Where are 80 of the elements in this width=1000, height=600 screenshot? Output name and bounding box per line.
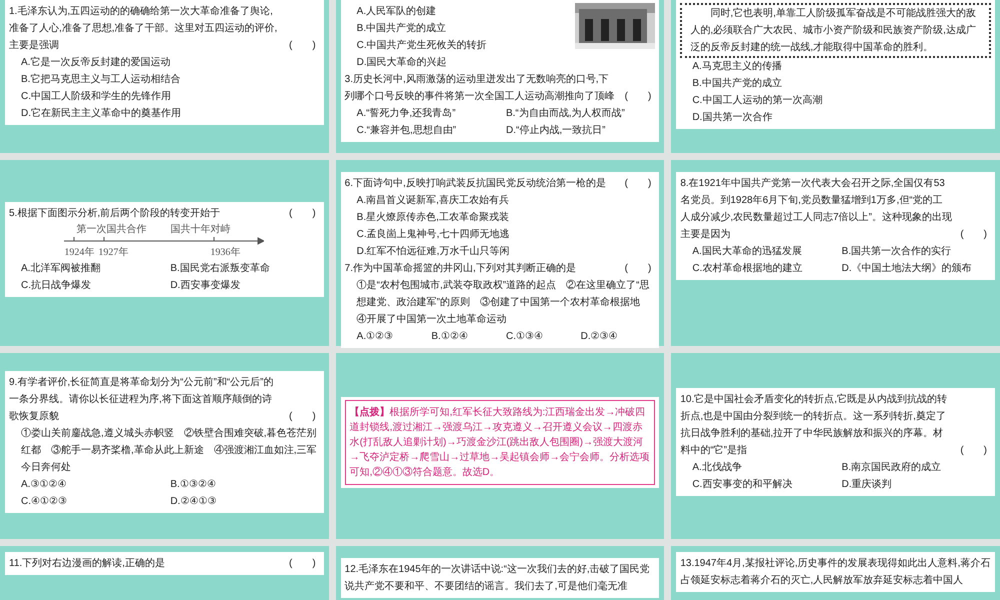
slide-thumbnail[interactable]: A.人民军队的创建 B.中国共产党的成立 C.中国共产党生死攸关的转折 D.国民大革命的兴起 3.历史长河中,风雨激荡的运动里迸发出了无数响亮的口号,下列哪个口号反映的事件将第一次全国工人运动高潮推向了顶峰 ( ) A.“誓死力争,还我青岛” B.“为自由而战,为人权而战” C.“兼容并包,思想自由” D.“停止内战,一致抗日” <box>336 0 664 153</box>
answer-option: C.“兼容并包,思想自由” <box>356 122 506 139</box>
answer-option: D.②③④ <box>580 328 656 345</box>
question-text: 13.1947年4月,某报社评论,历史事件的发展表现得如此出人意料,蒋介石占领延安标志着蒋介石的灭亡,人民解放军放弃延安标志着中国人 <box>680 556 991 588</box>
answer-option: A.北洋军阀被推翻 <box>21 260 170 276</box>
answer-blank: ( ) <box>624 262 652 276</box>
answer-option: C.农村革命根据地的建立 <box>692 260 842 277</box>
answer-option: B.它把马克思主义与工人运动相结合 <box>21 71 320 88</box>
answer-option: C.中国工人运动的第一次高潮 <box>692 92 991 109</box>
answer-option: D.它在新民主主义革命中的奠基作用 <box>21 105 320 122</box>
answer-option: B.“为自由而战,为人权而战” <box>506 105 656 122</box>
answer-blank: ( ) <box>624 177 652 191</box>
slide-thumbnail[interactable]: 【点拨】根据所学可知,红军长征大致路线为:江西瑞金出发→冲破四道封锁线,渡过湘江→强渡乌江→攻克遵义→召开遵义会议→四渡赤水(打乱敌人追剿计划)→巧渡金沙江(跳出敌人包围圈)→强渡大渡河→飞夺泸定桥→爬雪山→过草地→吴起镇会师→会宁会师。分析选项可知,②④①③符合题意。故选D。 <box>336 353 664 539</box>
answer-option: B.①②④ <box>431 328 506 345</box>
year-label: 1924年 <box>64 246 96 260</box>
answer-blank: ( ) <box>288 206 317 220</box>
answer-option: D.国共第一次合作 <box>692 109 991 126</box>
answer-option: B.中国共产党的成立 <box>356 20 568 37</box>
slide-thumbnail[interactable]: 5.根据下面图示分析,前后两个阶段的转变开始于 ( ) 第一次国共合作 国共十年对峙 1924年 1927年 1936年 A.北洋军阀被推翻 B.国民党右派叛变革命 C.抗日战争爆发 D.西安事变爆发 <box>0 160 329 346</box>
answer-option: D.《中国土地法大纲》的颁布 <box>842 260 991 277</box>
answer-option: C.①③④ <box>506 328 581 345</box>
slide-thumbnail[interactable]: 11.下列对右边漫画的解读,正确的是 ( ) <box>0 546 329 600</box>
answer-option: A.①②③ <box>356 328 432 345</box>
slide-thumbnail[interactable]: 8.在1921年中国共产党第一次代表大会召开之际,全国仅有53名党员。到1928年6月下旬,党员数量猛增到1万多,但“党的工人成分减少,农民数量超过工人同志7倍以上”。这种现象的出现主要是因为 ( ) A.国民大革命的迅猛发展 B.国共第一次合作的实行 C.农村革命根据地的建立 D.《中国土地法大纲》的颁布 <box>671 160 1000 346</box>
hint-box: 【点拨】根据所学可知,红军长征大致路线为:江西瑞金出发→冲破四道封锁线,渡过湘江→强渡乌江→攻克遵义→召开遵义会议→四渡赤水(打乱敌人追剿计划)→巧渡金沙江(跳出敌人包围圈)→强渡大渡河→飞夺泸定桥→爬雪山→过草地→吴起镇会师→会宁会师。分析选项可知,②④①③符合题意。故选D。 <box>344 400 656 484</box>
slide-thumbnail[interactable]: 同时,它也表明,单靠工人阶级孤军奋战是不可能战胜强大的敌人的,必须联合广大农民、城市小资产阶级和民族资产阶级,达成广泛的反帝反封建的统一战线,才能取得中国革命的胜利。 A.马克思主义的传播 B.中国共产党的成立 C.中国工人运动的第一次高潮 D.国共第一次合作 <box>671 0 1000 153</box>
answer-blank: ( ) <box>624 90 652 104</box>
answer-option: A.它是一次反帝反封建的爱国运动 <box>21 54 320 71</box>
statement-text: ①是“农村包围城市,武装夺取政权”道路的起点 ②在这里确立了“思想建党、政治建军”的原则 ③创建了中国第一个农村革命根据地 ④开展了中国第一次土地革命运动 <box>356 278 650 327</box>
answer-option: B.国共第一次合作的实行 <box>842 243 991 260</box>
year-label: 1936年 <box>210 246 240 260</box>
question-text: 3.历史长河中,风雨激荡的运动里迸发出了无数响亮的口号,下列哪个口号反映的事件将第一次全国工人运动高潮推向了顶峰 <box>344 72 616 104</box>
answer-option: A.马克思主义的传播 <box>692 58 991 75</box>
answer-option: A.③①②④ <box>21 476 170 493</box>
question-text: 10.它是中国社会矛盾变化的转折点,它既是从内战到抗战的转折点,也是中国由分裂到统一的转折点。这一系列转折,奠定了抗日战争胜利的基础,拉开了中华民族解放和振兴的序幕。材料中的“它”是指 <box>680 392 948 458</box>
answer-blank: ( ) <box>288 557 317 571</box>
slide-thumbnail[interactable]: 1.毛泽东认为,五四运动的的确确给第一次大革命准备了舆论,准备了人心,准备了思想,准备了干部。这里对五四运动的评价,主要是强调 ( ) A.它是一次反帝反封建的爱国运动 B.它把马克思主义与工人运动相结合 C.中国工人阶级和学生的先锋作用 D.它在新民主主义革命中的奠基作用 <box>0 0 329 153</box>
answer-option: D.西安事变爆发 <box>170 276 320 294</box>
answer-option: A.北伐战争 <box>692 459 842 476</box>
answer-option: A.南昌首义诞新军,喜庆工农始有兵 <box>356 192 656 209</box>
question-text: 12.毛泽东在1945年的一次讲话中说:“这一次我们去的好,击破了国民党说共产党不要和平、不要团结的谣言。我们去了,可是他们毫无准 <box>344 562 651 594</box>
answer-option: C.中国共产党生死攸关的转折 <box>356 37 568 54</box>
answer-option: B.①③②④ <box>170 476 320 493</box>
question-text: 7.作为中国革命摇篮的井冈山,下列对其判断正确的是 <box>344 262 577 276</box>
answer-option: C.④①②③ <box>21 493 170 510</box>
statement-text: ①娄山关前鏖战急,遵义城头赤帜竖 ②铁壁合围难突破,暮色苍茫别红都 ③舵手一易齐桨橹,革命从此上新途 ④强渡湘江血如注,三军今日奔何处 <box>20 426 318 475</box>
year-label: 1927年 <box>98 246 130 260</box>
answer-option: D.②④①③ <box>170 493 320 510</box>
answer-option: A.“誓死力争,还我青岛” <box>356 105 506 122</box>
answer-option: D.国民大革命的兴起 <box>356 54 568 71</box>
phase-label: 国共十年对峙 <box>170 222 230 236</box>
answer-option: B.南京国民政府的成立 <box>842 459 991 476</box>
answer-option: D.“停止内战,一致抗日” <box>506 122 656 139</box>
answer-blank: ( ) <box>288 410 317 424</box>
question-text: 6.下面诗句中,反映打响武装反抗国民党反动统治第一枪的是 <box>344 176 607 191</box>
answer-option: A.人民军队的创建 <box>356 3 568 20</box>
question-text: 5.根据下面图示分析,前后两个阶段的转变开始于 <box>9 206 222 220</box>
answer-blank: ( ) <box>960 228 988 242</box>
slide-thumbnail[interactable]: 13.1947年4月,某报社评论,历史事件的发展表现得如此出人意料,蒋介石占领延安标志着蒋介石的灭亡,人民解放军放弃延安标志着中国人 <box>671 546 1000 600</box>
answer-option: D.重庆谈判 <box>842 476 991 493</box>
answer-option: C.西安事变的和平解决 <box>692 476 842 493</box>
slide-thumbnail[interactable]: 9.有学者评价,长征简直是将革命划分为“公元前”和“公元后”的一条分界线。请你以长征进程为序,将下面这首顺序颠倒的诗歌恢复原貌 ( ) ①娄山关前鏖战急,遵义城头赤帜竖 ②铁壁合围难突破,暮色苍茫别红都 ③舵手一易齐桨橹,革命从此上新途 ④强渡湘江血如注,三军今日奔何处 A.③①②④ B.①③②④ C.④①②③ D.②④①③ <box>0 353 329 539</box>
answer-option: C.中国工人阶级和学生的先锋作用 <box>21 88 320 105</box>
slide-thumbnail[interactable]: 10.它是中国社会矛盾变化的转折点,它既是从内战到抗战的转折点,也是中国由分裂到统一的转折点。这一系列转折,奠定了抗日战争胜利的基础,拉开了中华民族解放和振兴的序幕。材料中的“它”是指 ( ) A.北伐战争 B.南京国民政府的成立 C.西安事变的和平解决 D.重庆谈判 <box>671 353 1000 539</box>
answer-option: B.国民党右派叛变革命 <box>170 260 320 276</box>
phase-label: 第一次国共合作 <box>76 222 146 236</box>
answer-option: D.红军不怕远征难,万水千山只等闲 <box>356 243 656 260</box>
answer-blank: ( ) <box>960 444 988 458</box>
question-text: 1.毛泽东认为,五四运动的的确确给第一次大革命准备了舆论,准备了人心,准备了思想,准备了干部。这里对五四运动的评价,主要是强调 <box>9 4 278 53</box>
answer-option: B.中国共产党的成立 <box>692 75 991 92</box>
question-text: 8.在1921年中国共产党第一次代表大会召开之际,全国仅有53名党员。到1928年6月下旬,党员数量猛增到1万多,但“党的工人成分减少,农民数量超过工人同志7倍以上”。这种现象的出现主要是因为 <box>680 176 952 242</box>
quote-box: 同时,它也表明,单靠工人阶级孤军奋战是不可能战胜强大的敌人的,必须联合广大农民、城市小资产阶级和民族资产阶级,达成广泛的反帝反封建的统一战线,才能取得中国革命的胜利。 <box>680 3 991 58</box>
answer-option: B.星火燎原传赤色,工农革命聚戎装 <box>356 209 656 226</box>
answer-option: C.抗日战争爆发 <box>21 276 170 294</box>
question-text: 9.有学者评价,长征简直是将革命划分为“公元前”和“公元后”的一条分界线。请你以长征进程为序,将下面这首顺序颠倒的诗歌恢复原貌 <box>9 376 274 424</box>
answer-option: C.孟良崮上鬼神号,七十四师无地逃 <box>356 226 656 243</box>
slide-thumbnail[interactable]: 12.毛泽东在1945年的一次讲话中说:“这一次我们去的好,击破了国民党说共产党不要和平、不要团结的谣言。我们去了,可是他们毫无准 <box>336 546 664 600</box>
answer-option: A.国民大革命的迅猛发展 <box>692 243 842 260</box>
question-text: 11.下列对右边漫画的解读,正确的是 <box>9 556 166 571</box>
answer-blank: ( ) <box>288 39 317 53</box>
